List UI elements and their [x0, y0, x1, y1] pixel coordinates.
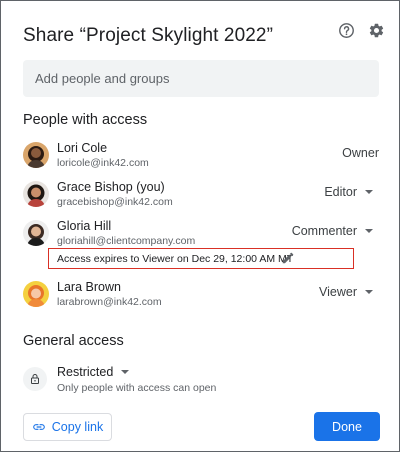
- help-circle-icon[interactable]: [335, 19, 357, 41]
- person-email: gracebishop@ink42.com: [57, 196, 173, 208]
- avatar: [23, 281, 49, 307]
- role-text: Owner: [342, 146, 379, 160]
- chevron-down-icon: [365, 229, 373, 233]
- person-email: loricole@ink42.com: [57, 157, 149, 169]
- role-text: Editor: [324, 185, 357, 199]
- role-text: Viewer: [319, 285, 357, 299]
- link-icon: [32, 424, 45, 430]
- person-row-lara-brown: Lara Brown larabrown@ink42.com Viewer: [23, 280, 379, 313]
- person-row-lori-cole: Lori Cole loricole@ink42.com Owner: [23, 141, 379, 174]
- role-text: Commenter: [291, 224, 357, 238]
- chevron-down-icon: [365, 290, 373, 294]
- role-label-owner: Owner: [342, 146, 379, 160]
- general-access-dropdown[interactable]: Restricted: [57, 365, 135, 379]
- done-label: Done: [332, 419, 362, 434]
- lock-icon: [23, 367, 47, 391]
- person-name: Gloria Hill: [57, 219, 112, 233]
- person-name: Lori Cole: [57, 141, 108, 155]
- chevron-down-icon: [121, 370, 130, 374]
- person-email: gloriahill@clientcompany.com: [57, 235, 196, 247]
- avatar: [23, 142, 49, 168]
- expiry-text: Access expires to Viewer on Dec 29, 12:0…: [57, 252, 294, 265]
- person-email: larabrown@ink42.com: [57, 296, 162, 308]
- copy-link-button[interactable]: Copy link: [23, 413, 112, 441]
- person-name: Grace Bishop (you): [57, 180, 165, 194]
- general-access-row: Restricted Only people with access can o…: [23, 363, 379, 395]
- copy-link-label: Copy link: [51, 420, 104, 434]
- role-dropdown-commenter[interactable]: Commenter: [292, 224, 379, 238]
- avatar: [23, 220, 49, 246]
- done-button[interactable]: Done: [314, 412, 380, 441]
- general-access-description: Only people with access can open: [57, 382, 217, 394]
- person-name: Lara Brown: [57, 280, 121, 294]
- general-access-value: Restricted: [57, 365, 114, 379]
- role-dropdown-editor[interactable]: Editor: [324, 185, 379, 199]
- person-row-grace-bishop: Grace Bishop (you) gracebishop@ink42.com…: [23, 180, 379, 213]
- people-section-title: People with access: [23, 112, 148, 128]
- add-people-input[interactable]: [23, 60, 379, 97]
- share-dialog: Share “Project Skylight 2022” People wit…: [0, 0, 400, 452]
- dialog-title: Share “Project Skylight 2022”: [23, 25, 274, 46]
- general-access-title: General access: [23, 333, 124, 349]
- chevron-down-icon: [365, 190, 373, 194]
- role-dropdown-viewer[interactable]: Viewer: [319, 285, 379, 299]
- gear-icon[interactable]: [365, 19, 387, 41]
- pencil-icon[interactable]: [281, 251, 295, 265]
- access-expiry-note: Access expires to Viewer on Dec 29, 12:0…: [48, 248, 354, 269]
- avatar: [23, 181, 49, 207]
